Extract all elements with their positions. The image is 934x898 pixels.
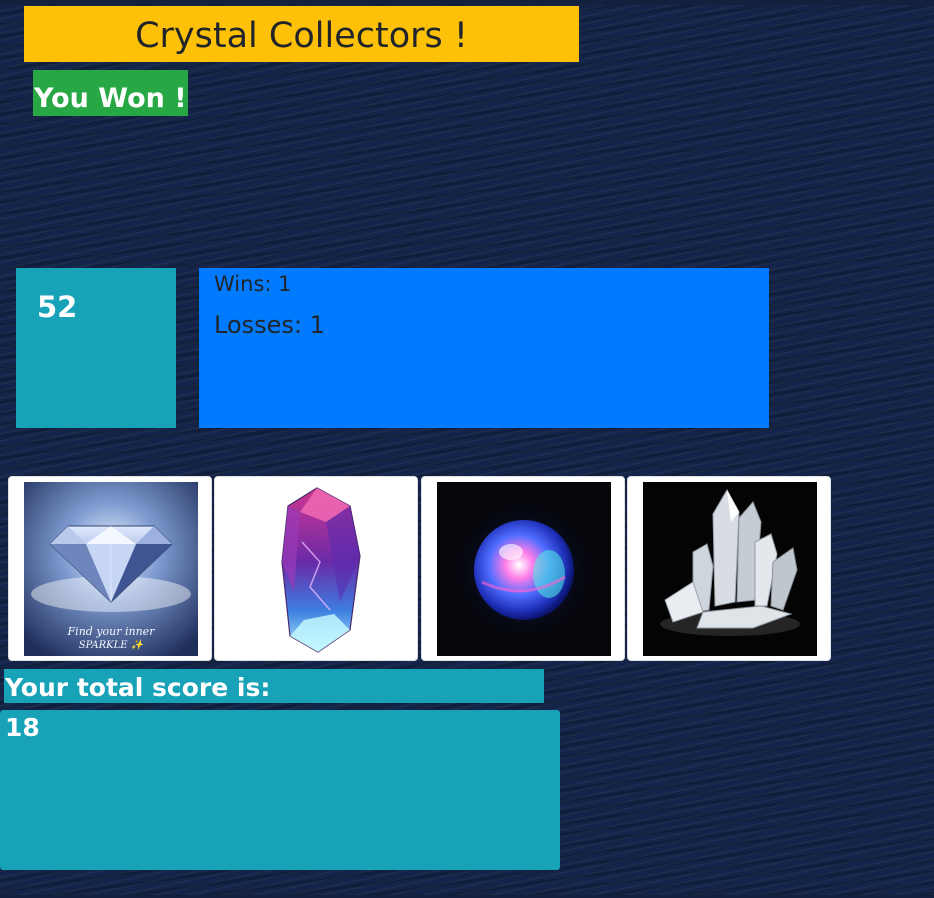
total-score-label: Your total score is: — [4, 669, 544, 703]
page-title: Crystal Collectors ! — [24, 6, 579, 62]
glowing-orb-image — [437, 482, 611, 656]
target-number-panel: 52 — [16, 268, 176, 428]
crystal-button-diamond[interactable]: Find your inner SPARKLE ✨ — [8, 476, 212, 661]
total-score-panel: 18 — [0, 710, 560, 870]
pink-crystal-icon — [230, 482, 404, 656]
orb-icon — [437, 482, 611, 656]
losses-label: Losses: — [214, 311, 302, 339]
wins-label: Wins: — [214, 272, 272, 296]
diamond-caption-line1: Find your inner — [67, 625, 156, 638]
pink-blue-crystal-image — [230, 482, 404, 656]
diamond-image: Find your inner SPARKLE ✨ — [24, 482, 198, 656]
diamond-caption-line2: SPARKLE ✨ — [79, 639, 146, 651]
quartz-icon — [643, 482, 817, 656]
crystal-button-quartz[interactable] — [627, 476, 831, 661]
wins-row: Wins: 1 — [214, 270, 769, 298]
crystal-button-pink-blue[interactable] — [214, 476, 418, 661]
losses-row: Losses: 1 — [214, 310, 769, 340]
status-badge: You Won ! — [33, 70, 188, 116]
total-score-value: 18 — [5, 713, 40, 742]
losses-count: 1 — [309, 311, 325, 339]
quartz-cluster-image — [643, 482, 817, 656]
crystal-button-orb[interactable] — [421, 476, 625, 661]
wins-count: 1 — [278, 272, 292, 296]
target-number: 52 — [37, 290, 78, 324]
crystal-buttons-row: Find your inner SPARKLE ✨ — [8, 476, 834, 662]
diamond-icon: Find your inner SPARKLE ✨ — [24, 482, 198, 656]
stats-panel: Wins: 1 Losses: 1 — [199, 268, 769, 428]
